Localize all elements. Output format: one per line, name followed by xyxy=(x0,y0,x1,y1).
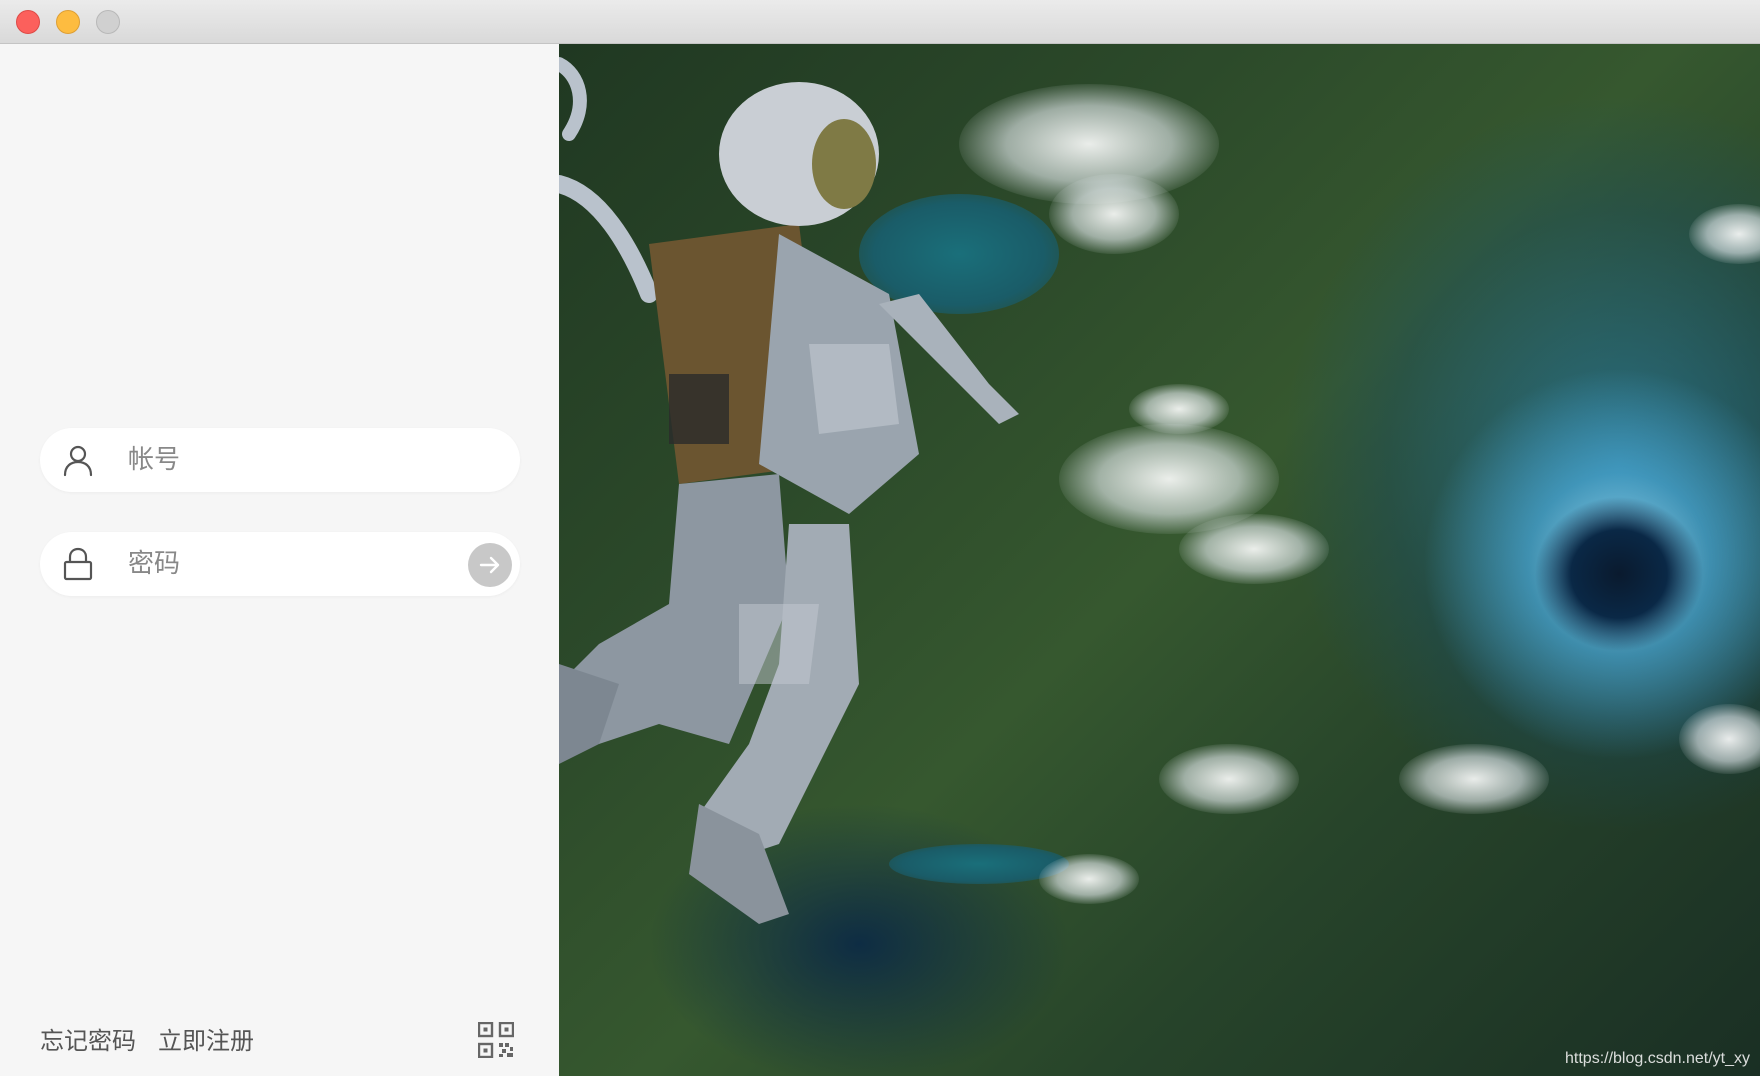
account-input[interactable] xyxy=(128,428,468,492)
zoom-window-button[interactable] xyxy=(96,10,120,34)
password-field[interactable] xyxy=(40,532,520,596)
watermark-text: https://blog.csdn.net/yt_xy xyxy=(1565,1050,1750,1067)
cloud xyxy=(1399,744,1549,814)
login-panel: 忘记密码 立即注册 xyxy=(0,44,559,1076)
password-input[interactable] xyxy=(128,532,468,596)
hero-image: https://blog.csdn.net/yt_xy xyxy=(559,44,1760,1076)
lock-icon xyxy=(63,547,93,581)
close-window-button[interactable] xyxy=(16,10,40,34)
login-submit-button[interactable] xyxy=(468,543,512,587)
footer-links: 忘记密码 立即注册 xyxy=(40,1021,254,1056)
account-field[interactable] xyxy=(40,428,520,492)
minimize-window-button[interactable] xyxy=(56,10,80,34)
astronaut-illustration xyxy=(559,57,1019,924)
user-icon xyxy=(63,445,93,477)
cloud xyxy=(1159,744,1299,814)
cloud xyxy=(1179,514,1329,584)
login-window: 忘记密码 立即注册 xyxy=(0,0,1760,1076)
cloud xyxy=(1689,204,1760,264)
title-bar xyxy=(0,0,1760,44)
forgot-password-link[interactable]: 忘记密码 xyxy=(40,1021,136,1056)
register-link[interactable]: 立即注册 xyxy=(158,1021,254,1056)
arrow-right-icon xyxy=(479,556,500,574)
qrcode-icon[interactable] xyxy=(478,1022,514,1058)
cloud xyxy=(1679,704,1760,774)
cloud xyxy=(1129,384,1229,434)
